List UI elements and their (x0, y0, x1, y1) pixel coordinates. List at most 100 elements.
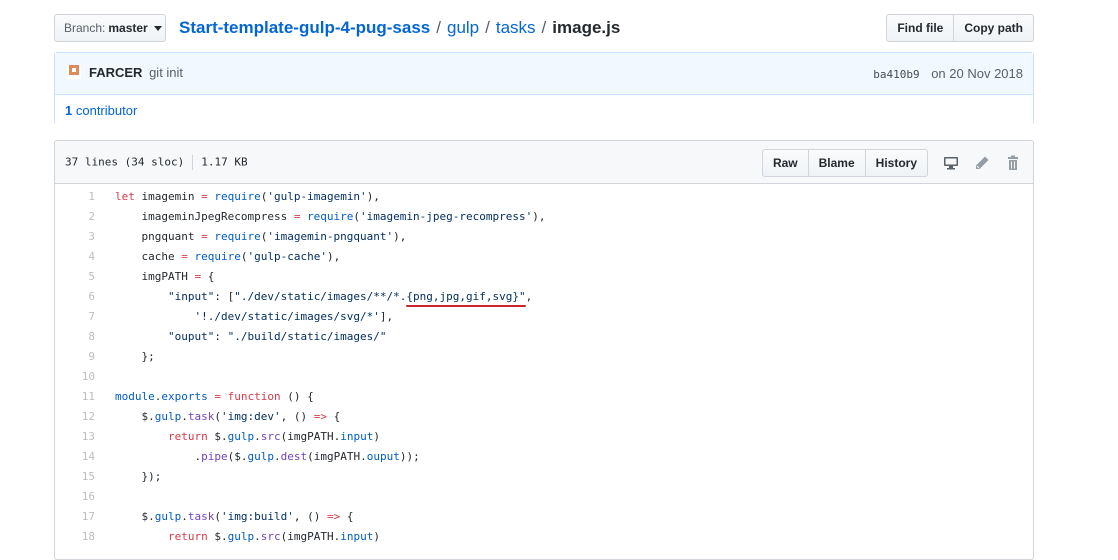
commit-message[interactable]: git init (149, 65, 183, 80)
code-token: $. (207, 529, 228, 543)
code-line: 5 imgPATH = { (55, 266, 1033, 286)
code-token: , () (293, 509, 327, 523)
line-number[interactable]: 18 (55, 530, 105, 543)
code-line: 14 .pipe($.gulp.dest(imgPATH.ouput)); (55, 446, 1033, 466)
code-token: '!./dev/static/images/svg/*' (194, 309, 380, 323)
blame-button[interactable]: Blame (808, 149, 866, 177)
line-number[interactable]: 1 (55, 190, 105, 203)
code-token: gulp (227, 529, 255, 543)
code-text: '!./dev/static/images/svg/*'], (105, 310, 393, 323)
line-number[interactable]: 9 (55, 350, 105, 363)
code-line: 13 return $.gulp.src(imgPATH.input) (55, 426, 1033, 446)
code-text: return $.gulp.src(imgPATH.input) (105, 530, 380, 543)
commit-meta: ba410b9 on 20 Nov 2018 (873, 66, 1023, 81)
code-text: }; (105, 350, 154, 363)
code-token: . (181, 409, 188, 423)
line-number[interactable]: 16 (55, 490, 105, 503)
code-token: gulp (227, 429, 255, 443)
line-number[interactable]: 5 (55, 270, 105, 283)
commit-author[interactable]: FARCER (89, 65, 142, 80)
code-token: dest (280, 449, 308, 463)
code-line: 6 "input": ["./dev/static/images/**/*.{p… (55, 286, 1033, 307)
code-token: }); (115, 469, 162, 483)
contributor-label: contributor (75, 103, 138, 118)
breadcrumb-gulp-link[interactable]: gulp (447, 18, 479, 37)
code-token: ), (326, 249, 341, 263)
copy-path-button[interactable]: Copy path (954, 14, 1034, 42)
code-token: 'imagemin-jpeg-recompress' (360, 209, 533, 223)
branch-select-button[interactable]: Branch: master (54, 14, 166, 42)
commit-author-line: FARCER git init (89, 65, 183, 80)
code-token: ) (373, 429, 380, 443)
code-token: ( (214, 509, 221, 523)
code-token: = (201, 189, 208, 203)
code-token: , () (280, 409, 314, 423)
breadcrumb-tasks-link[interactable]: tasks (496, 18, 536, 37)
code-line: 15 }); (55, 466, 1033, 486)
code-token: : [ (214, 289, 235, 303)
code-token: task (187, 409, 215, 423)
code-token: input (340, 529, 374, 543)
code-token: = (201, 229, 208, 243)
line-number[interactable]: 14 (55, 450, 105, 463)
file-size: 1.17 KB (201, 155, 248, 169)
code-text: return $.gulp.src(imgPATH.input) (105, 430, 380, 443)
code-line: 4 cache = require('gulp-cache'), (55, 246, 1033, 266)
code-token: "input" (167, 289, 215, 303)
line-number[interactable]: 4 (55, 250, 105, 263)
trash-icon[interactable] (1005, 155, 1021, 171)
history-button[interactable]: History (865, 149, 928, 177)
raw-button[interactable]: Raw (761, 149, 809, 177)
file-navigation: Branch: master Start-template-gulp-4-pug… (54, 14, 1034, 42)
line-number[interactable]: 15 (55, 470, 105, 483)
pencil-icon[interactable] (974, 155, 990, 171)
code-token: task (187, 509, 215, 523)
code-token: ($. (227, 449, 248, 463)
breadcrumb-current-file: image.js (552, 18, 621, 37)
breadcrumb-repo-link[interactable]: Start-template-gulp-4-pug-sass (179, 18, 430, 37)
line-number[interactable]: 11 (55, 390, 105, 403)
code-token: ), (393, 229, 407, 243)
line-number[interactable]: 12 (55, 410, 105, 423)
code-text: $.gulp.task('img:build', () => { (105, 510, 353, 523)
commit-sha-link[interactable]: ba410b9 (873, 68, 919, 81)
code-token: src (260, 529, 281, 543)
code-token: require (214, 189, 261, 203)
divider (192, 155, 194, 170)
avatar[interactable] (67, 65, 81, 79)
line-number[interactable]: 17 (55, 510, 105, 523)
line-number[interactable]: 3 (55, 230, 105, 243)
code-line: 1 let imagemin = require('gulp-imagemin')… (55, 186, 1033, 206)
code-text: cache = require('gulp-cache'), (105, 250, 340, 263)
caret-down-icon (153, 25, 162, 31)
code-token: (imgPATH. (280, 529, 341, 543)
contributors-link[interactable]: 1 contributor (65, 103, 137, 118)
code-token: () { (280, 389, 314, 403)
code-text: let imagemin = require('gulp-imagemin'), (105, 190, 380, 203)
desktop-icon[interactable] (943, 155, 959, 171)
breadcrumb-separator: / (436, 18, 441, 37)
code-token: , (525, 289, 533, 303)
code-line: 17 $.gulp.task('img:build', () => { (55, 506, 1033, 526)
line-number[interactable]: 2 (55, 210, 105, 223)
find-file-button[interactable]: Find file (886, 14, 955, 42)
code-token: ), (532, 209, 546, 223)
code-token: { (340, 509, 354, 523)
code-line: 18 return $.gulp.src(imgPATH.input) (55, 526, 1033, 546)
code-line: 16 (55, 486, 1033, 506)
code-text: imgPATH = { (105, 270, 214, 283)
code-token: "./build/static/images/" (227, 329, 387, 343)
line-number[interactable]: 13 (55, 430, 105, 443)
branch-name: master (108, 21, 148, 35)
code-token: gulp (247, 449, 274, 463)
file-nav-button-group: Find file Copy path (886, 14, 1034, 42)
code-token: 'img:build' (221, 509, 294, 523)
line-number[interactable]: 6 (55, 290, 105, 303)
line-number[interactable]: 10 (55, 370, 105, 383)
code-token: ( (214, 409, 221, 423)
line-number[interactable]: 7 (55, 310, 105, 323)
line-number[interactable]: 8 (55, 330, 105, 343)
